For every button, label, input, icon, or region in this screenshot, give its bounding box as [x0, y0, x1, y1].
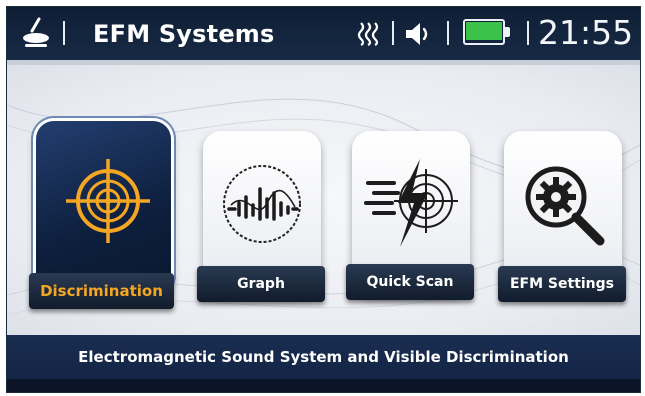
clock: 21:55	[538, 13, 634, 52]
metal-detector-icon	[23, 17, 49, 47]
gear-magnifier-icon	[525, 166, 605, 246]
crosshair-target-icon	[66, 159, 150, 243]
header-divider	[527, 21, 529, 45]
device-screen: EFM Systems 21:55 Discrimination Graph Q…	[6, 6, 641, 393]
footer-text: Electromagnetic Sound System and Visible…	[78, 348, 569, 366]
header-divider	[63, 21, 65, 45]
signal-icon	[357, 22, 379, 46]
battery-icon	[463, 19, 511, 47]
graph-label[interactable]: Graph	[197, 266, 325, 302]
header-divider	[447, 21, 449, 45]
menu-area: Discrimination Graph Quick Scan EFM Sett…	[7, 65, 640, 335]
lightning-radar-icon	[364, 159, 458, 247]
status-bar: EFM Systems 21:55	[7, 7, 640, 60]
app-title: EFM Systems	[93, 20, 275, 48]
quick-scan-label[interactable]: Quick Scan	[346, 264, 474, 300]
header-divider	[392, 21, 394, 45]
footer-base	[7, 379, 640, 392]
volume-icon[interactable]	[404, 21, 432, 47]
footer-bar: Electromagnetic Sound System and Visible…	[7, 335, 640, 392]
efm-settings-label[interactable]: EFM Settings	[498, 266, 626, 302]
discrimination-tile[interactable]	[36, 121, 171, 293]
waveform-icon	[223, 165, 301, 243]
discrimination-label[interactable]: Discrimination	[29, 273, 174, 309]
